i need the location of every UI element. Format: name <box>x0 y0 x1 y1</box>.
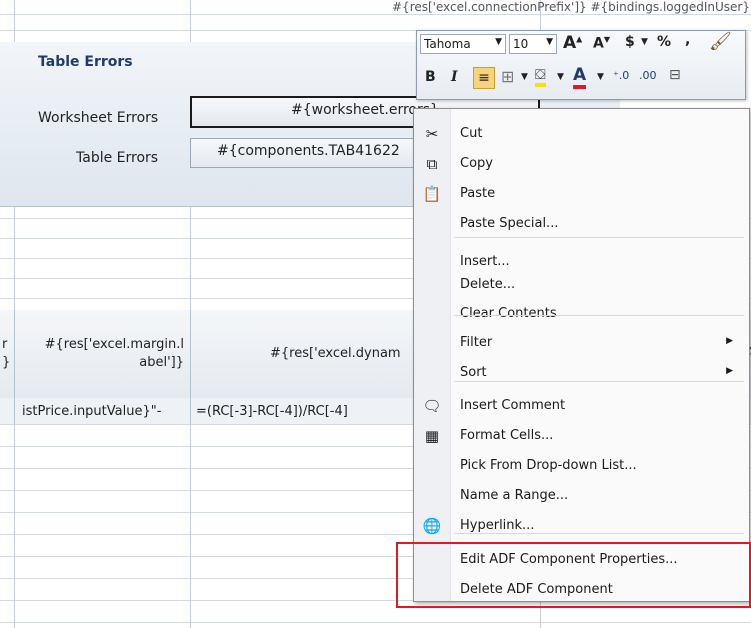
font-color-button[interactable]: A <box>573 65 587 89</box>
row1-listprice-cell[interactable]: istPrice.inputValue}"- <box>22 404 161 419</box>
menu-item-insert-comment[interactable]: 🗨 Insert Comment <box>414 391 749 421</box>
menu-item-label: Sort <box>460 365 487 380</box>
menu-item-delete[interactable]: Delete... <box>414 270 749 300</box>
format-painter-icon[interactable]: 🖌 <box>709 31 732 52</box>
merge-cells-icon[interactable]: ⊟ <box>669 67 681 83</box>
header-left-fragment[interactable]: r } <box>2 336 10 372</box>
increase-decimal-icon[interactable]: ⁺.0 <box>613 69 629 82</box>
menu-item-label: Format Cells... <box>460 428 554 443</box>
fill-color-icon[interactable]: ⛋ <box>535 67 546 87</box>
menu-item-pick-from-drop-down-list[interactable]: Pick From Drop-down List... <box>414 451 749 481</box>
menu-item-paste[interactable]: 📋 Paste <box>414 179 749 209</box>
chevron-down-icon[interactable]: ▼ <box>495 37 502 47</box>
menu-item-label: Delete... <box>460 277 516 292</box>
percent-button[interactable]: % <box>657 34 671 50</box>
highlight-box <box>396 542 751 608</box>
menu-item-label: Hyperlink... <box>460 518 535 533</box>
menu-item-paste-special[interactable]: Paste Special... <box>414 209 749 239</box>
menu-separator <box>454 533 744 534</box>
shrink-font-button[interactable]: A▼ <box>593 35 610 52</box>
menu-item-clear-contents[interactable]: Clear Contents <box>414 299 749 329</box>
menu-separator <box>454 237 744 238</box>
menu-item-label: Paste Special... <box>460 216 559 231</box>
menu-item-label: Filter <box>460 335 493 350</box>
menu-item-label: Copy <box>460 156 493 171</box>
mini-toolbar: Tahoma ▼ 10 ▼ A▲ A▼ $ ▼ % , 🖌 B I ≡ ⊞ ▼ ⛋ … <box>416 30 746 100</box>
comma-button[interactable]: , <box>685 32 690 48</box>
menu-item-format-cells[interactable]: ▦ Format Cells... <box>414 421 749 451</box>
menu-item-hyperlink[interactable]: 🌐 Hyperlink... <box>414 511 749 541</box>
borders-icon[interactable]: ⊞ <box>501 67 514 86</box>
menu-item-label: Clear Contents <box>460 306 557 321</box>
menu-item-label: Name a Range... <box>460 488 569 503</box>
menu-item-cut[interactable]: ✂ Cut <box>414 119 749 149</box>
decrease-decimal-icon[interactable]: .00 <box>639 69 657 82</box>
font-size-field[interactable]: 10 ▼ <box>509 34 557 54</box>
header-margin-label-cell[interactable]: #{res['excel.margin.l abel']} <box>24 336 184 372</box>
chevron-down-icon[interactable]: ▼ <box>557 72 564 82</box>
menu-item-label: Insert Comment <box>460 398 566 413</box>
paste-icon: 📋 <box>422 185 442 203</box>
table-errors-label: Table Errors <box>76 150 159 166</box>
menu-item-name-a-range[interactable]: Name a Range... <box>414 481 749 511</box>
hyperlink-icon: 🌐 <box>422 517 442 535</box>
scissors-icon: ✂ <box>425 125 439 143</box>
font-name-field[interactable]: Tahoma ▼ <box>420 34 506 54</box>
menu-item-label: Insert... <box>460 254 510 269</box>
menu-item-filter[interactable]: Filter ▶ <box>414 328 749 358</box>
worksheet-errors-label: Worksheet Errors <box>38 110 159 126</box>
currency-button[interactable]: $ <box>625 34 635 50</box>
menu-item-copy[interactable]: ⧉ Copy <box>414 149 749 179</box>
formula-header-text: #{res['excel.connectionPrefix']} #{bindi… <box>392 0 750 14</box>
italic-button[interactable]: I <box>451 69 458 85</box>
submenu-arrow-icon: ▶ <box>726 336 733 346</box>
menu-separator <box>454 315 744 316</box>
copy-icon: ⧉ <box>426 155 438 173</box>
header-dynamic-cell[interactable]: #{res['excel.dynam <box>270 346 401 361</box>
chevron-down-icon[interactable]: ▼ <box>521 72 528 82</box>
chevron-down-icon[interactable]: ▼ <box>641 37 648 47</box>
panel-title: Table Errors <box>38 54 133 70</box>
center-align-button[interactable]: ≡ <box>473 67 495 89</box>
menu-item-label: Cut <box>460 126 483 141</box>
row1-formula-cell[interactable]: =(RC[-3]-RC[-4])/RC[-4] <box>196 404 348 419</box>
submenu-arrow-icon: ▶ <box>726 366 733 376</box>
comment-icon: 🗨 <box>422 397 442 415</box>
menu-item-label: Paste <box>460 186 496 201</box>
format-cells-icon: ▦ <box>424 427 440 445</box>
chevron-down-icon[interactable]: ▼ <box>546 37 553 47</box>
menu-item-label: Pick From Drop-down List... <box>460 458 637 473</box>
menu-separator <box>454 381 744 382</box>
bold-button[interactable]: B <box>425 69 436 85</box>
context-menu: ✂ Cut ⧉ Copy 📋 Paste Paste Special... Insert...… <box>413 108 750 602</box>
menu-item-sort[interactable]: Sort ▶ <box>414 358 749 388</box>
grow-font-button[interactable]: A▲ <box>563 33 582 53</box>
chevron-down-icon[interactable]: ▼ <box>597 72 604 82</box>
